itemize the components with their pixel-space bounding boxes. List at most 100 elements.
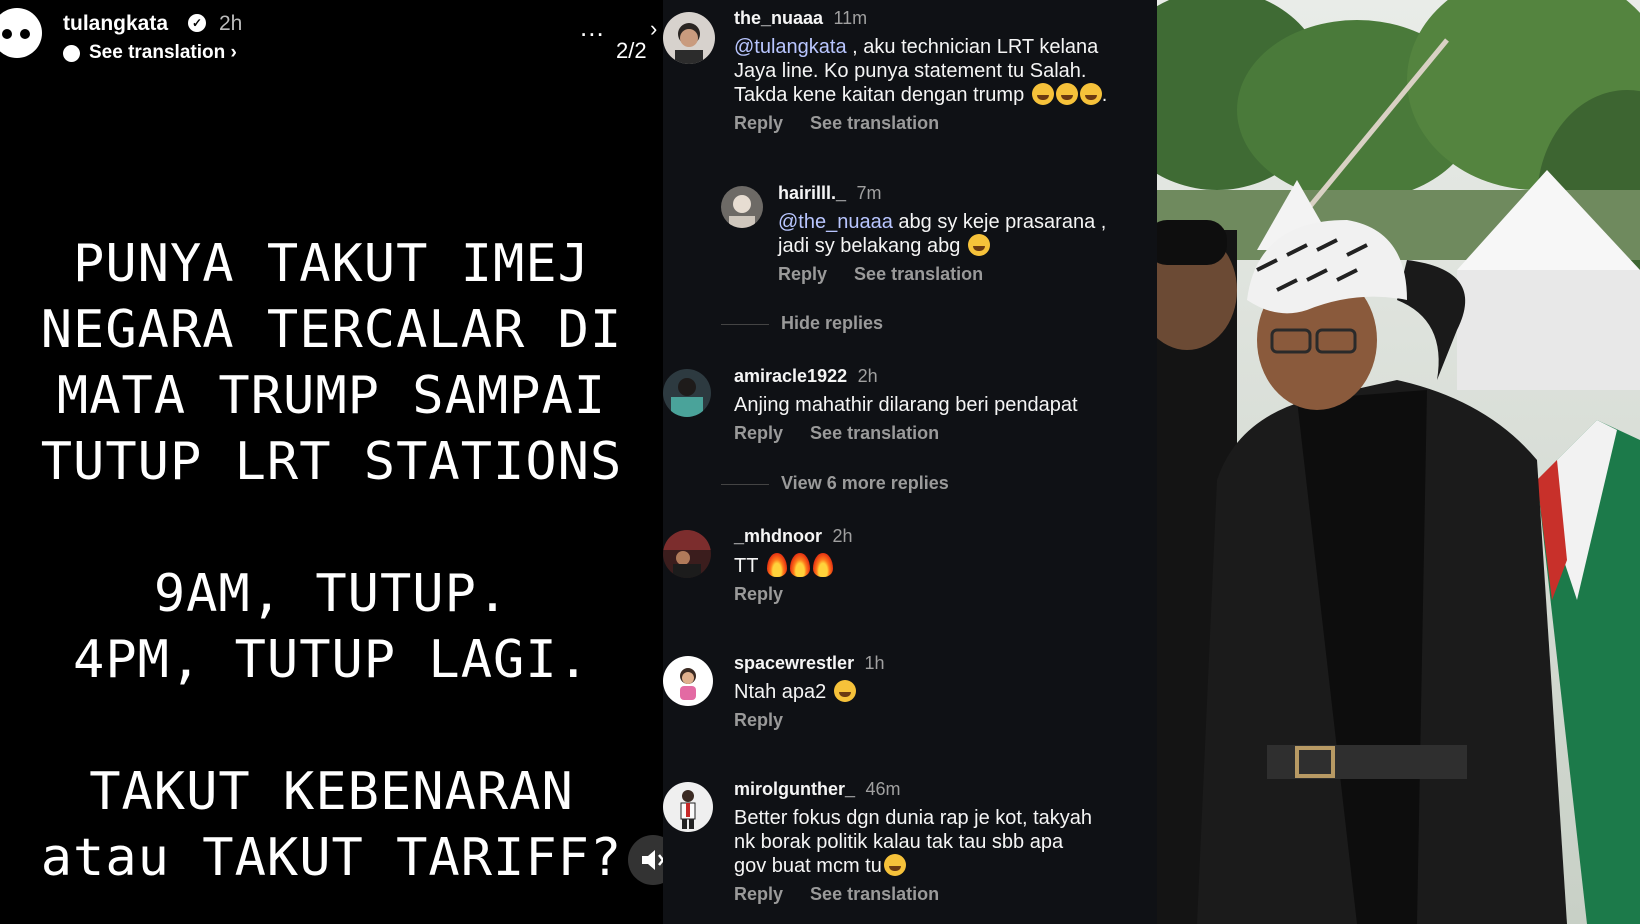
mute-glyph [642, 850, 663, 870]
reply-button[interactable]: Reply [778, 264, 827, 284]
avatar[interactable] [663, 530, 711, 578]
see-translation-button[interactable]: See translation [810, 423, 939, 443]
comment-item: the_nuaaa 11m @tulangkata , aku technici… [663, 8, 1157, 148]
comment-text-line: , aku technician LRT kelana [852, 36, 1099, 58]
comment-item: mirolgunther_ 46m Better fokus dgn dunia… [663, 779, 1157, 919]
story-username[interactable]: tulangkata [63, 12, 168, 36]
story-text-line: TAKUT KEBENARAN [89, 762, 574, 822]
see-translation-button[interactable]: See translation [810, 884, 939, 904]
comment-actions: Reply See translation [734, 113, 1154, 134]
comment-text: @the_nuaaa abg sy keje prasarana , jadi … [778, 210, 1157, 258]
comment-item: spacewrestler 1h Ntah apa2 Reply [663, 653, 1157, 743]
comment-body: mirolgunther_ 46m Better fokus dgn dunia… [734, 779, 1154, 905]
comment-time: 1h [864, 653, 885, 673]
comment-username[interactable]: hairilll._ [778, 183, 846, 203]
story-text-line: PUNYA TAKUT IMEJ [73, 234, 590, 294]
story-text-line: atau TAKUT TARIFF? [40, 828, 623, 888]
avatar[interactable] [663, 12, 715, 64]
view-more-replies-button[interactable]: View 6 more replies [781, 473, 949, 494]
avatar-eye-right [20, 29, 30, 39]
avatar-photo [663, 369, 711, 417]
muted-speaker-icon[interactable] [628, 835, 663, 885]
photo-illustration [1157, 0, 1640, 924]
fire-emoji-icon [766, 553, 787, 577]
avatar-eye-left [2, 29, 12, 39]
comment-body: the_nuaaa 11m @tulangkata , aku technici… [734, 8, 1154, 134]
comments-panel: the_nuaaa 11m @tulangkata , aku technici… [663, 0, 1157, 924]
comment-text: TT [734, 553, 1154, 578]
story-see-translation-label: See translation › [89, 42, 237, 63]
comment-text: Better fokus dgn dunia rap je kot, takya… [734, 806, 1154, 878]
avatar[interactable] [721, 186, 763, 228]
comment-username[interactable]: _mhdnoor [734, 526, 822, 546]
see-translation-button[interactable]: See translation [810, 113, 939, 133]
comment-text: Anjing mahathir dilarang beri pendapat [734, 393, 1154, 417]
laughing-emoji-icon [967, 234, 990, 256]
comment-body: hairilll._ 7m @the_nuaaa abg sy keje pra… [778, 183, 1157, 285]
chevron-right-icon[interactable]: › [650, 16, 657, 42]
avatar-photo [663, 12, 715, 64]
avatar[interactable] [663, 782, 713, 832]
comment-username[interactable]: amiracle1922 [734, 366, 847, 386]
verified-badge-icon: ✓ [188, 14, 206, 32]
story-text-line: 9AM, TUTUP. [153, 564, 510, 624]
comment-actions: Reply See translation [778, 264, 1157, 285]
avatar[interactable] [663, 656, 713, 706]
fire-emoji-icon [789, 553, 810, 577]
reply-button[interactable]: Reply [734, 584, 783, 604]
comment-body: spacewrestler 1h Ntah apa2 Reply [734, 653, 1154, 731]
hide-replies-button[interactable]: Hide replies [781, 313, 883, 334]
mention-link[interactable]: @tulangkata [734, 36, 847, 58]
avatar-photo [721, 186, 763, 228]
story-text-line: NEGARA TERCALAR DI [40, 300, 623, 360]
avatar[interactable] [663, 369, 711, 417]
more-options-icon[interactable]: ... [580, 14, 605, 40]
avatar-photo [663, 656, 713, 706]
laughing-emoji-icon [1031, 83, 1054, 105]
comment-actions: Reply [734, 584, 1154, 605]
reply-button[interactable]: Reply [734, 113, 783, 133]
comment-time: 2h [832, 526, 853, 546]
avatar-photo [663, 782, 713, 832]
comment-item: _mhdnoor 2h TT Reply [663, 526, 1157, 616]
see-translation-button[interactable]: See translation [854, 264, 983, 284]
comment-text-line: Ntah apa2 [734, 681, 827, 703]
comment-body: amiracle1922 2h Anjing mahathir dilarang… [734, 366, 1154, 444]
comment-time: 7m [856, 183, 882, 203]
translate-icon [63, 44, 80, 62]
story-panel: tulangkata ✓ 2h See translation › ... 2/… [0, 0, 663, 924]
thread-divider [721, 324, 769, 325]
comment-text-line: Better fokus dgn dunia rap je kot, takya… [734, 807, 1092, 829]
comment-actions: Reply See translation [734, 423, 1154, 444]
reply-button[interactable]: Reply [734, 884, 783, 904]
comment-username[interactable]: the_nuaaa [734, 8, 823, 28]
reply-item: hairilll._ 7m @the_nuaaa abg sy keje pra… [721, 183, 1157, 293]
story-text-line: TUTUP LRT STATIONS [40, 432, 623, 492]
story-avatar[interactable] [0, 8, 42, 58]
comment-item: amiracle1922 2h Anjing mahathir dilarang… [663, 366, 1157, 456]
comment-text-line: TT [734, 555, 759, 577]
comment-username[interactable]: mirolgunther_ [734, 779, 855, 799]
story-time: 2h [219, 12, 243, 35]
reply-button[interactable]: Reply [734, 423, 783, 443]
thread-divider [721, 484, 769, 485]
comment-text-line: abg sy keje prasarana , [898, 211, 1107, 233]
story-text-line: 4PM, TUTUP LAGI. [73, 630, 590, 690]
sweat-smile-emoji-icon [883, 854, 906, 876]
comment-text: @tulangkata , aku technician LRT kelana … [734, 36, 1108, 106]
story-see-translation[interactable]: See translation › [63, 42, 237, 64]
comment-username[interactable]: spacewrestler [734, 653, 854, 673]
comment-text-line: gov buat mcm tu [734, 855, 882, 877]
comment-text-line: Jaya line. Ko punya statement tu Salah. [734, 60, 1087, 82]
comment-time: 46m [865, 779, 901, 799]
mention-link[interactable]: @the_nuaaa [778, 211, 893, 233]
avatar-photo [663, 530, 711, 578]
laughing-emoji-icon [1079, 83, 1102, 105]
reply-button[interactable]: Reply [734, 710, 783, 730]
story-text-line: MATA TRUMP SAMPAI [56, 366, 607, 426]
comment-actions: Reply [734, 710, 1154, 731]
laughing-emoji-icon [1055, 83, 1078, 105]
comment-text-line: nk borak politik kalau tak tau sbb apa [734, 831, 1064, 853]
comment-time: 11m [833, 8, 868, 28]
story-page-indicator: 2/2 [616, 38, 647, 63]
